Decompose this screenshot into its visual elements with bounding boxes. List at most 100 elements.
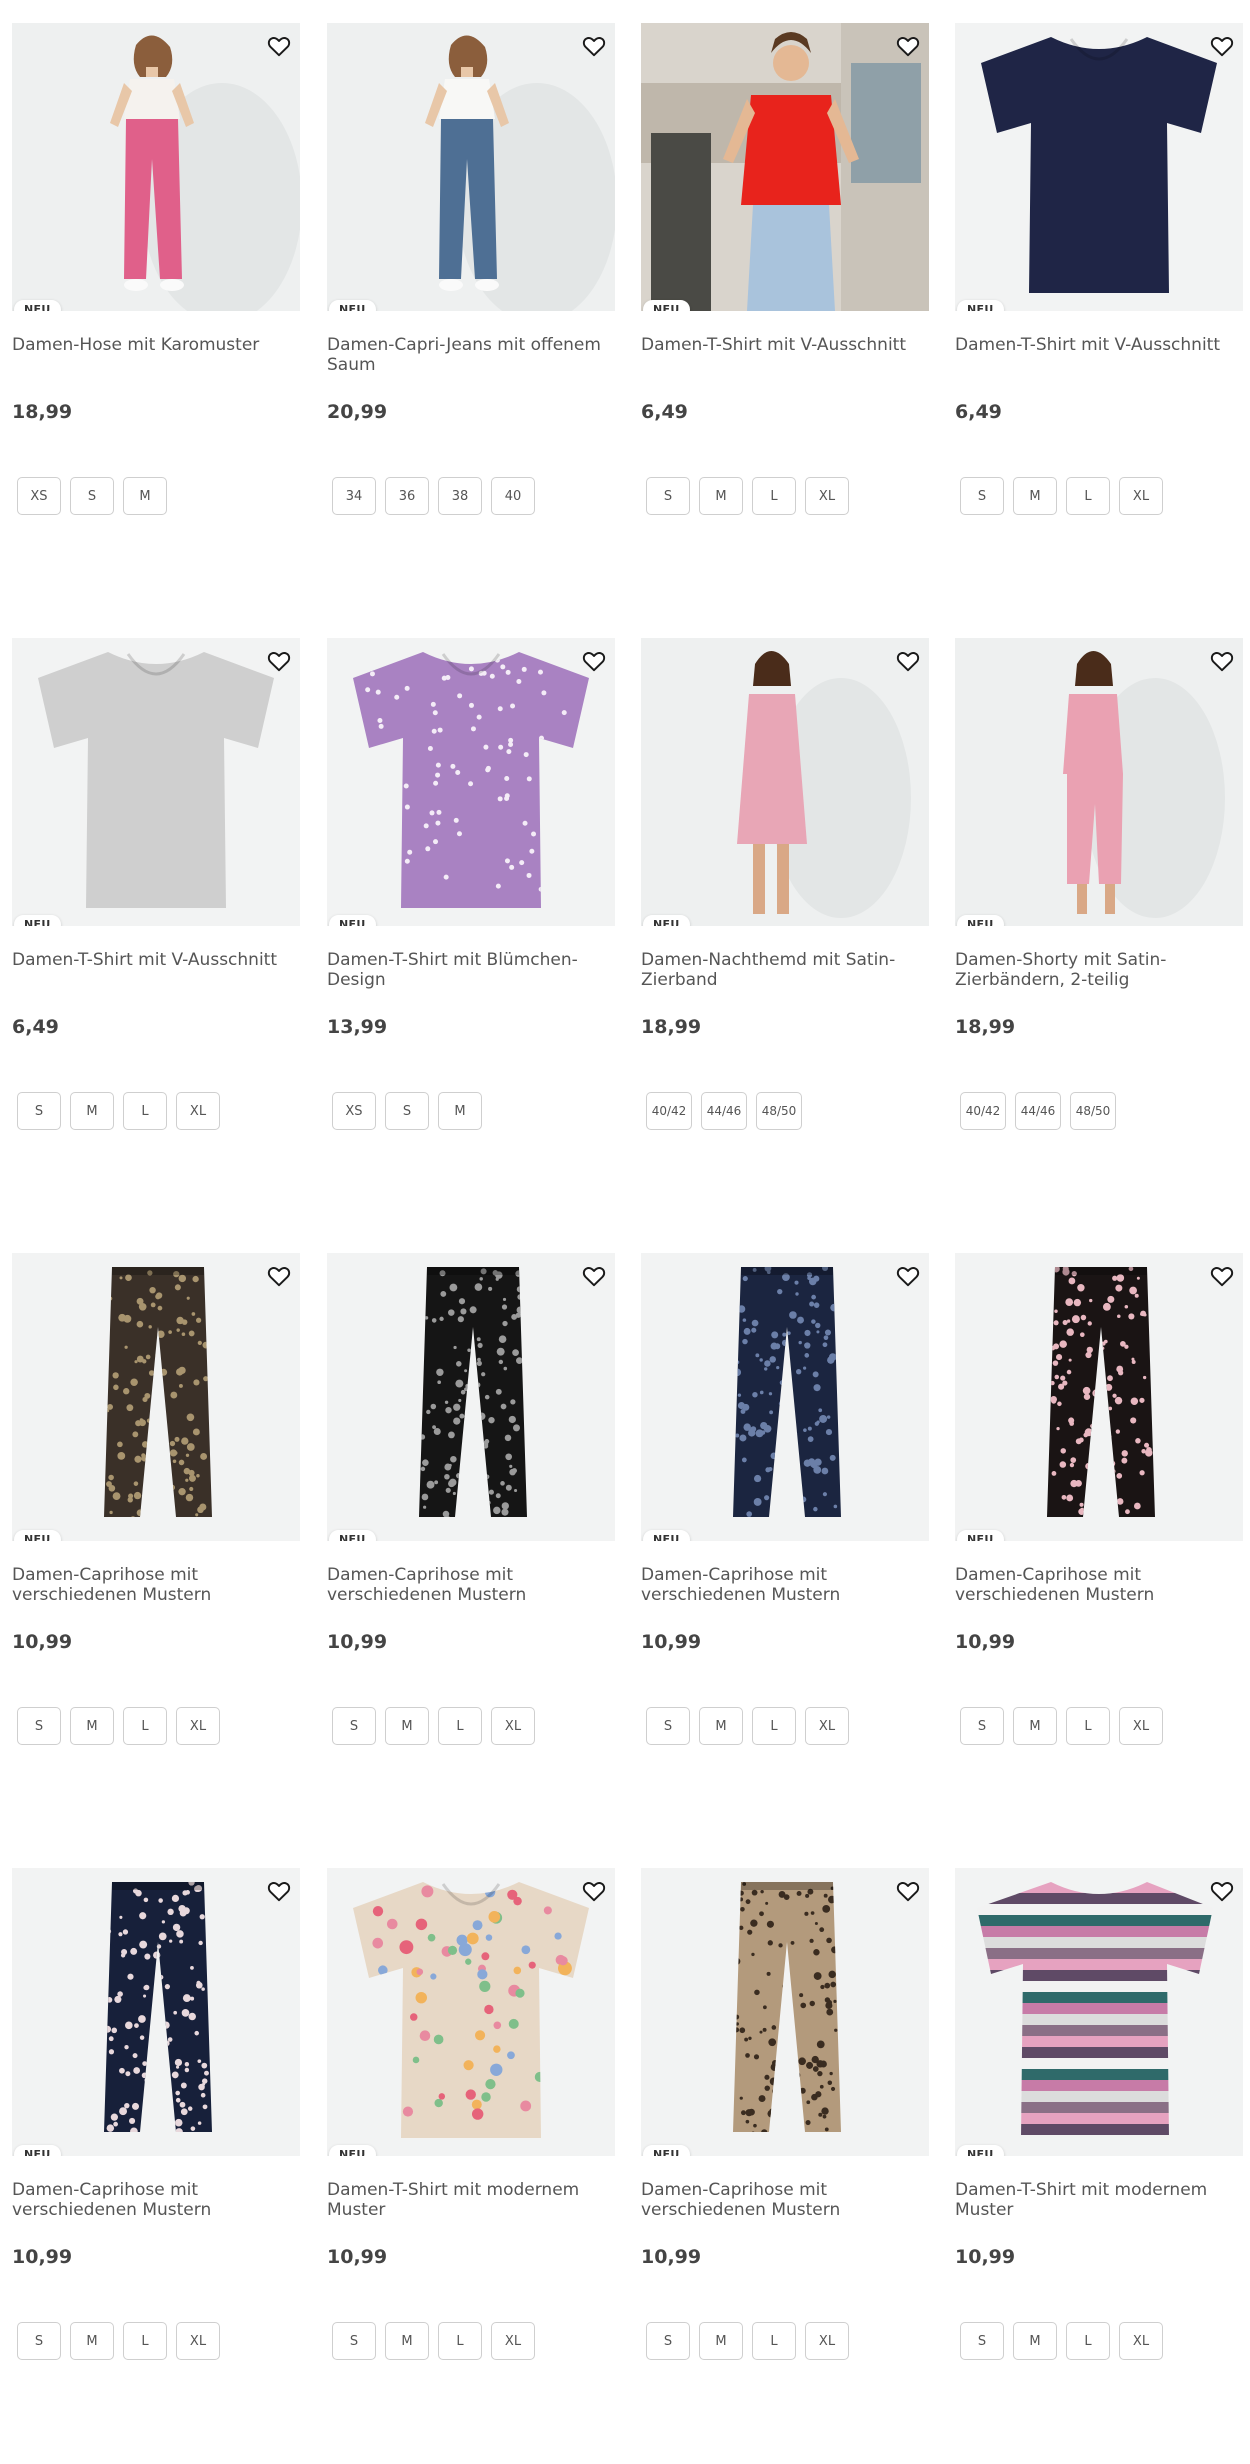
product-title[interactable]: Damen-Shorty mit Satin-Zierbändern, 2-te…: [955, 950, 1243, 990]
product-title[interactable]: Damen-T-Shirt mit V-Ausschnitt: [12, 950, 300, 970]
size-option[interactable]: L: [1066, 1707, 1110, 1745]
size-option[interactable]: S: [960, 1707, 1004, 1745]
product-image[interactable]: NEU: [12, 1253, 300, 1541]
product-card[interactable]: NEU Damen-Hose mit Karomuster 18,99 XS S M: [12, 23, 300, 523]
size-option[interactable]: L: [123, 1092, 167, 1130]
size-option[interactable]: XL: [1119, 1707, 1163, 1745]
heart-outline-icon[interactable]: [1209, 33, 1235, 59]
product-image[interactable]: NEU: [641, 1868, 929, 2156]
product-title[interactable]: Damen-T-Shirt mit modernem Muster: [327, 2180, 615, 2220]
product-image[interactable]: NEU: [327, 1253, 615, 1541]
product-title[interactable]: Damen-Hose mit Karomuster: [12, 335, 300, 355]
size-option[interactable]: M: [699, 477, 743, 515]
size-option[interactable]: 44/46: [701, 1092, 747, 1130]
product-image[interactable]: NEU: [12, 23, 300, 311]
heart-outline-icon[interactable]: [895, 648, 921, 674]
size-option[interactable]: M: [385, 1707, 429, 1745]
size-option[interactable]: XL: [176, 1092, 220, 1130]
size-option[interactable]: 38: [438, 477, 482, 515]
size-option[interactable]: S: [646, 1707, 690, 1745]
size-option[interactable]: XL: [805, 477, 849, 515]
product-image[interactable]: NEU: [327, 1868, 615, 2156]
heart-outline-icon[interactable]: [895, 1878, 921, 1904]
heart-outline-icon[interactable]: [581, 1263, 607, 1289]
product-title[interactable]: Damen-Caprihose mit verschiedenen Muster…: [12, 1565, 300, 1605]
size-option[interactable]: M: [123, 477, 167, 515]
size-option[interactable]: M: [1013, 1707, 1057, 1745]
size-option[interactable]: M: [385, 2322, 429, 2360]
heart-outline-icon[interactable]: [266, 648, 292, 674]
size-option[interactable]: M: [1013, 2322, 1057, 2360]
product-title[interactable]: Damen-Capri-Jeans mit offenem Saum: [327, 335, 615, 375]
heart-outline-icon[interactable]: [581, 1878, 607, 1904]
product-title[interactable]: Damen-Caprihose mit verschiedenen Muster…: [327, 1565, 615, 1605]
product-card[interactable]: NEU Damen-Nachthemd mit Satin-Zierband 1…: [641, 638, 929, 1138]
heart-outline-icon[interactable]: [581, 33, 607, 59]
size-option[interactable]: XL: [805, 1707, 849, 1745]
heart-outline-icon[interactable]: [1209, 1263, 1235, 1289]
size-option[interactable]: S: [17, 2322, 61, 2360]
product-title[interactable]: Damen-T-Shirt mit V-Ausschnitt: [955, 335, 1243, 355]
heart-outline-icon[interactable]: [581, 648, 607, 674]
product-card[interactable]: NEU Damen-Caprihose mit verschiedenen Mu…: [955, 1253, 1243, 1753]
size-option[interactable]: M: [438, 1092, 482, 1130]
size-option[interactable]: M: [699, 2322, 743, 2360]
product-card[interactable]: NEU Damen-Caprihose mit verschiedenen Mu…: [641, 1868, 929, 2368]
product-title[interactable]: Damen-T-Shirt mit modernem Muster: [955, 2180, 1243, 2220]
product-card[interactable]: NEU Damen-Caprihose mit verschiedenen Mu…: [641, 1253, 929, 1753]
size-option[interactable]: S: [332, 2322, 376, 2360]
product-card[interactable]: NEU Damen-T-Shirt mit V-Ausschnitt 6,49 …: [955, 23, 1243, 523]
size-option[interactable]: M: [70, 1092, 114, 1130]
size-option[interactable]: L: [1066, 2322, 1110, 2360]
product-card[interactable]: NEU Damen-Caprihose mit verschiedenen Mu…: [12, 1868, 300, 2368]
product-card[interactable]: NEU Damen-T-Shirt mit modernem Muster 10…: [327, 1868, 615, 2368]
size-option[interactable]: 40/42: [646, 1092, 692, 1130]
size-option[interactable]: XL: [491, 1707, 535, 1745]
product-image[interactable]: NEU: [12, 638, 300, 926]
product-card[interactable]: NEU Damen-T-Shirt mit modernem Muster 10…: [955, 1868, 1243, 2368]
size-option[interactable]: S: [17, 1092, 61, 1130]
size-option[interactable]: L: [438, 1707, 482, 1745]
product-image[interactable]: NEU: [955, 638, 1243, 926]
heart-outline-icon[interactable]: [895, 1263, 921, 1289]
heart-outline-icon[interactable]: [1209, 648, 1235, 674]
heart-outline-icon[interactable]: [266, 1878, 292, 1904]
size-option[interactable]: 40/42: [960, 1092, 1006, 1130]
size-option[interactable]: XS: [17, 477, 61, 515]
size-option[interactable]: S: [332, 1707, 376, 1745]
size-option[interactable]: L: [752, 477, 796, 515]
size-option[interactable]: 40: [491, 477, 535, 515]
size-option[interactable]: XL: [805, 2322, 849, 2360]
size-option[interactable]: 36: [385, 477, 429, 515]
size-option[interactable]: 48/50: [756, 1092, 802, 1130]
size-option[interactable]: XL: [1119, 2322, 1163, 2360]
product-title[interactable]: Damen-Nachthemd mit Satin-Zierband: [641, 950, 929, 990]
product-image[interactable]: NEU: [641, 23, 929, 311]
size-option[interactable]: 34: [332, 477, 376, 515]
product-image[interactable]: NEU: [955, 1868, 1243, 2156]
size-option[interactable]: S: [70, 477, 114, 515]
product-image[interactable]: NEU: [641, 638, 929, 926]
size-option[interactable]: L: [1066, 477, 1110, 515]
product-image[interactable]: NEU: [955, 23, 1243, 311]
heart-outline-icon[interactable]: [266, 33, 292, 59]
product-image[interactable]: NEU: [641, 1253, 929, 1541]
product-card[interactable]: NEU Damen-T-Shirt mit V-Ausschnitt 6,49 …: [641, 23, 929, 523]
size-option[interactable]: L: [123, 1707, 167, 1745]
product-card[interactable]: NEU Damen-Capri-Jeans mit offenem Saum 2…: [327, 23, 615, 523]
size-option[interactable]: S: [646, 2322, 690, 2360]
size-option[interactable]: S: [385, 1092, 429, 1130]
size-option[interactable]: XL: [176, 1707, 220, 1745]
size-option[interactable]: M: [70, 1707, 114, 1745]
size-option[interactable]: S: [646, 477, 690, 515]
size-option[interactable]: L: [123, 2322, 167, 2360]
size-option[interactable]: M: [70, 2322, 114, 2360]
product-image[interactable]: NEU: [327, 23, 615, 311]
size-option[interactable]: XL: [176, 2322, 220, 2360]
product-title[interactable]: Damen-T-Shirt mit V-Ausschnitt: [641, 335, 929, 355]
product-image[interactable]: NEU: [12, 1868, 300, 2156]
product-title[interactable]: Damen-T-Shirt mit Blümchen-Design: [327, 950, 615, 990]
product-card[interactable]: NEU Damen-Shorty mit Satin-Zierbändern, …: [955, 638, 1243, 1138]
size-option[interactable]: XL: [1119, 477, 1163, 515]
size-option[interactable]: S: [17, 1707, 61, 1745]
